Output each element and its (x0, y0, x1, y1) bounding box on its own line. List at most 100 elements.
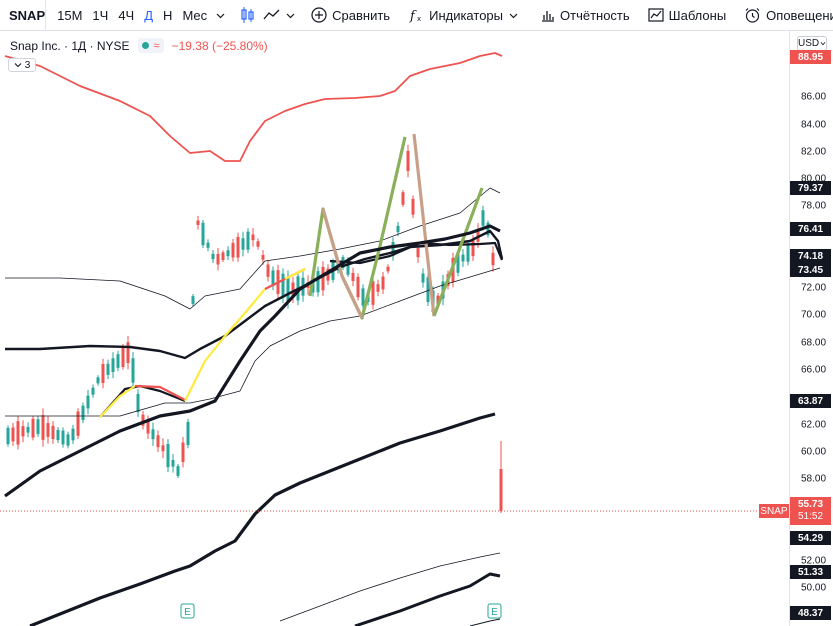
lower-ma-1 (29, 412, 496, 626)
candle-up (36, 419, 40, 434)
candle-up (466, 244, 470, 262)
timeframe-1m[interactable]: Мес (177, 0, 212, 31)
candle-up (66, 434, 70, 446)
yellow-trend (99, 385, 136, 418)
candle-up (91, 387, 95, 395)
timeframe-1h[interactable]: 1Ч (87, 0, 113, 31)
candle-up (226, 250, 230, 257)
financials-label: Отчётность (560, 7, 630, 23)
candle-down (491, 252, 495, 266)
lower-ma-2 (354, 572, 501, 626)
price-tick: 58.00 (801, 473, 827, 485)
candle-up (111, 358, 115, 372)
candle-up (206, 242, 210, 248)
price-chart[interactable]: E E (0, 31, 789, 626)
candle-up (396, 225, 400, 233)
candle-down (126, 342, 130, 364)
long-ma-line (4, 224, 501, 498)
candle-up (316, 271, 320, 293)
svg-text:E: E (184, 607, 191, 618)
price-tick: 60.00 (801, 446, 827, 458)
price-tick: 50.00 (801, 582, 827, 594)
indicators-button[interactable]: fx Индикаторы (402, 0, 529, 31)
candle-down (386, 266, 390, 272)
candle-down (156, 435, 160, 448)
earnings-marker[interactable]: E (180, 603, 195, 619)
candle-down (46, 423, 50, 437)
timeframe-15m[interactable]: 15M (52, 0, 87, 31)
templates-button[interactable]: Шаблоны (642, 0, 733, 31)
top-toolbar: SNAP 15M 1Ч 4Ч Д Н Мес Сравнить fx Индик… (0, 0, 833, 31)
function-icon: fx (409, 9, 421, 23)
candle-up (131, 358, 135, 383)
svg-text:E: E (491, 607, 498, 618)
instrument-title[interactable]: Snap Inc. · 1Д · NYSE (10, 39, 130, 53)
candle-up (171, 459, 175, 467)
candle-up (26, 426, 30, 433)
candle-up (6, 427, 10, 445)
alerts-button[interactable]: Оповещения (738, 0, 833, 31)
candle-up (481, 210, 485, 226)
candle-down (406, 150, 410, 172)
candle-down (356, 276, 360, 298)
candle-down (31, 418, 35, 438)
timeframe-1d[interactable]: Д (139, 0, 158, 31)
candle-up (176, 466, 180, 476)
symbol-search-button[interactable]: SNAP (0, 0, 47, 31)
candle-up (116, 354, 120, 368)
timeframe-4h[interactable]: 4Ч (113, 0, 139, 31)
market-open-dot (141, 42, 149, 49)
candle-down (216, 253, 220, 265)
candle-down (351, 272, 355, 282)
price-label-74: 74.18 (790, 249, 831, 263)
candle-down (266, 264, 270, 277)
candle-down (101, 364, 105, 383)
candle-down (251, 234, 255, 241)
price-tick: 84.00 (801, 119, 827, 131)
svg-text:f: f (409, 9, 417, 23)
price-label-63: 63.87 (790, 394, 831, 408)
candle-up (151, 429, 155, 440)
line-style-button[interactable] (259, 0, 299, 31)
timeframe-dropdown[interactable] (212, 0, 229, 31)
chevron-down-icon (14, 63, 22, 68)
candle-up (136, 393, 140, 413)
price-tick: 86.00 (801, 91, 827, 103)
currency-selector[interactable]: USD (797, 36, 827, 51)
candle-down (376, 284, 380, 292)
market-status-badge[interactable]: ≈ (137, 38, 164, 53)
candle-down (471, 239, 475, 257)
candle-up (211, 253, 215, 260)
financials-button[interactable]: Отчётность (535, 0, 636, 31)
candle-up (361, 288, 365, 306)
candle-style-button[interactable] (235, 0, 259, 31)
line-chart-icon (263, 9, 280, 20)
candle-down (499, 469, 503, 511)
candle-down (11, 427, 15, 442)
candles-icon (241, 7, 254, 23)
indicators-collapse-button[interactable]: 3 (8, 58, 36, 72)
candle-up (61, 430, 65, 445)
timeframe-1w[interactable]: Н (158, 0, 177, 31)
templates-label: Шаблоны (668, 7, 727, 23)
candle-down (16, 421, 20, 445)
candle-up (246, 231, 250, 250)
bar-chart-icon (542, 11, 554, 22)
compare-label: Сравнить (332, 7, 391, 23)
candles-layer (6, 144, 503, 513)
candle-up (106, 363, 110, 375)
wave-icon: ≈ (153, 39, 160, 52)
earnings-marker[interactable]: E (487, 603, 502, 619)
candle-down (231, 242, 235, 258)
price-label-73: 73.45 (790, 263, 831, 277)
compare-button[interactable]: Сравнить (305, 0, 396, 31)
upper-band-line (4, 52, 503, 162)
candle-down (181, 442, 185, 463)
price-label-79: 79.37 (790, 181, 831, 195)
last-price-label: 55.73 51:52 (790, 497, 831, 525)
chevron-down-icon (820, 41, 826, 46)
candle-up (86, 395, 90, 409)
candle-up (81, 405, 85, 421)
candle-down (256, 241, 260, 247)
candle-down (261, 255, 265, 260)
